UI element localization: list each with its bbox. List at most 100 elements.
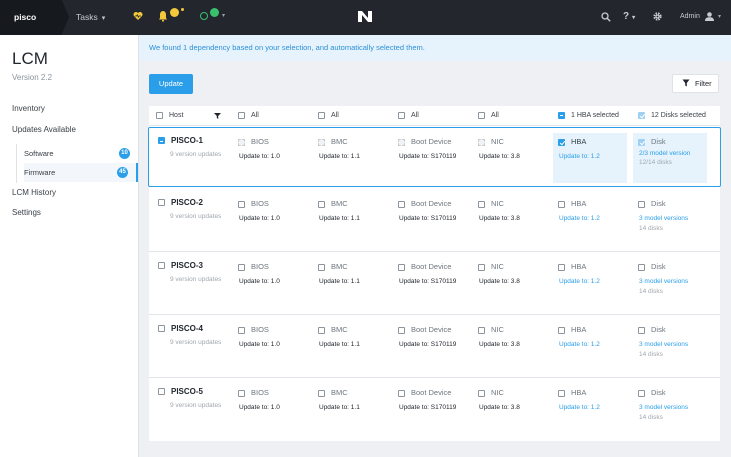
bmc-option[interactable]: BMC	[318, 325, 348, 334]
bmc-checkbox[interactable]	[318, 200, 325, 208]
chevron-down-icon[interactable]: ▾	[718, 13, 721, 20]
sidebar-item-updates-available[interactable]: Updates Available	[12, 125, 76, 134]
row-checkbox[interactable]	[158, 388, 165, 396]
boot-device-checkbox[interactable]	[398, 263, 405, 271]
sidebar-item-settings[interactable]: Settings	[12, 208, 41, 217]
column-header-bmc[interactable]: All	[318, 106, 339, 126]
column-header-boot-device[interactable]: All	[398, 106, 419, 126]
hba-checkbox[interactable]	[558, 389, 565, 397]
select-all-hba-checkbox[interactable]	[558, 111, 565, 119]
hba-option[interactable]: HBA	[558, 262, 586, 271]
bmc-option[interactable]: BMC	[318, 137, 348, 146]
bios-option[interactable]: BIOS	[238, 325, 269, 334]
bios-option[interactable]: BIOS	[238, 137, 269, 146]
filter-funnel-icon[interactable]	[214, 113, 221, 119]
table-row[interactable]: PISCO-2 9 version updates BIOS Update to…	[149, 190, 720, 250]
admin-user-label[interactable]: Admin	[680, 13, 700, 20]
bios-option[interactable]: BIOS	[238, 388, 269, 397]
hba-update-version[interactable]: Update to: 1.2	[559, 215, 600, 222]
hba-update-version[interactable]: Update to: 1.2	[559, 278, 600, 285]
bmc-option[interactable]: BMC	[318, 388, 348, 397]
nutanix-logo-icon[interactable]	[357, 10, 373, 23]
column-header-host[interactable]: Host	[156, 106, 184, 126]
nic-option[interactable]: NIC	[478, 325, 504, 334]
disk-checkbox[interactable]	[638, 389, 645, 397]
bios-option[interactable]: BIOS	[238, 199, 269, 208]
boot-device-option[interactable]: Boot Device	[398, 325, 451, 334]
boot-device-option[interactable]: Boot Device	[398, 137, 451, 146]
column-header-hba[interactable]: 1 HBA selected	[558, 106, 619, 126]
row-checkbox[interactable]	[158, 137, 165, 145]
search-icon[interactable]	[601, 12, 611, 22]
health-heart-icon[interactable]	[133, 11, 143, 21]
host-name[interactable]: PISCO-1	[158, 136, 203, 145]
disk-checkbox[interactable]	[638, 200, 645, 208]
chevron-down-icon[interactable]: ▾	[222, 12, 225, 19]
boot-device-option[interactable]: Boot Device	[398, 199, 451, 208]
nic-checkbox[interactable]	[478, 200, 485, 208]
disk-option[interactable]: Disk	[638, 199, 666, 208]
nic-option[interactable]: NIC	[478, 199, 504, 208]
boot-device-option[interactable]: Boot Device	[398, 262, 451, 271]
nic-checkbox[interactable]	[478, 326, 485, 334]
bios-checkbox[interactable]	[238, 389, 245, 397]
table-row[interactable]: PISCO-1 9 version updates BIOS Update to…	[148, 127, 721, 187]
select-all-disk-checkbox[interactable]	[638, 111, 645, 119]
select-all-bmc-checkbox[interactable]	[318, 111, 325, 119]
nic-option[interactable]: NIC	[478, 262, 504, 271]
bios-checkbox[interactable]	[238, 200, 245, 208]
hba-checkbox[interactable]	[558, 326, 565, 334]
bmc-checkbox[interactable]	[318, 138, 325, 146]
hba-update-version[interactable]: Update to: 1.2	[559, 153, 600, 160]
host-name[interactable]: PISCO-3	[158, 261, 203, 270]
hba-option[interactable]: HBA	[558, 199, 586, 208]
bmc-checkbox[interactable]	[318, 389, 325, 397]
row-checkbox[interactable]	[158, 199, 165, 207]
gear-icon[interactable]	[652, 11, 663, 22]
nic-checkbox[interactable]	[478, 389, 485, 397]
nic-option[interactable]: NIC	[478, 388, 504, 397]
select-all-bios-checkbox[interactable]	[238, 111, 245, 119]
column-header-disk[interactable]: 12 Disks selected	[638, 106, 706, 126]
task-status-ring-icon[interactable]	[200, 12, 208, 20]
bios-checkbox[interactable]	[238, 263, 245, 271]
bios-checkbox[interactable]	[238, 326, 245, 334]
update-button[interactable]: Update	[149, 74, 193, 94]
table-row[interactable]: PISCO-3 9 version updates BIOS Update to…	[149, 253, 720, 313]
hba-checkbox[interactable]	[558, 200, 565, 208]
boot-device-option[interactable]: Boot Device	[398, 388, 451, 397]
disk-checkbox[interactable]	[638, 326, 645, 334]
boot-device-checkbox[interactable]	[398, 200, 405, 208]
row-checkbox[interactable]	[158, 325, 165, 333]
nic-option[interactable]: NIC	[478, 137, 504, 146]
alert-bell-icon[interactable]	[158, 10, 168, 22]
select-all-nic-checkbox[interactable]	[478, 111, 485, 119]
sidebar-item-software[interactable]: Software 10	[24, 144, 138, 163]
sidebar-item-lcm-history[interactable]: LCM History	[12, 188, 56, 197]
disk-model-versions-link[interactable]: 3 model versions	[639, 341, 688, 348]
disk-model-versions-link[interactable]: 3 model versions	[639, 215, 688, 222]
host-name[interactable]: PISCO-5	[158, 387, 203, 396]
disk-checkbox[interactable]	[638, 138, 645, 146]
host-name[interactable]: PISCO-4	[158, 324, 203, 333]
sidebar-item-firmware[interactable]: Firmware 45	[24, 163, 138, 182]
help-menu[interactable]: ? ▾	[623, 11, 635, 22]
bmc-checkbox[interactable]	[318, 326, 325, 334]
boot-device-checkbox[interactable]	[398, 326, 405, 334]
tasks-menu[interactable]: Tasks ▾	[76, 12, 105, 22]
column-header-bios[interactable]: All	[238, 106, 259, 126]
hba-option[interactable]: HBA	[558, 137, 586, 146]
select-all-boot-checkbox[interactable]	[398, 111, 405, 119]
nic-checkbox[interactable]	[478, 138, 485, 146]
host-name[interactable]: PISCO-2	[158, 198, 203, 207]
disk-model-versions-link[interactable]: 3 model versions	[639, 278, 688, 285]
column-header-nic[interactable]: All	[478, 106, 499, 126]
row-checkbox[interactable]	[158, 262, 165, 270]
boot-device-checkbox[interactable]	[398, 389, 405, 397]
hba-checkbox[interactable]	[558, 138, 565, 146]
hba-update-version[interactable]: Update to: 1.2	[559, 404, 600, 411]
select-all-checkbox[interactable]	[156, 111, 163, 119]
table-row[interactable]: PISCO-4 9 version updates BIOS Update to…	[149, 316, 720, 376]
sidebar-item-inventory[interactable]: Inventory	[12, 104, 45, 113]
bmc-option[interactable]: BMC	[318, 262, 348, 271]
